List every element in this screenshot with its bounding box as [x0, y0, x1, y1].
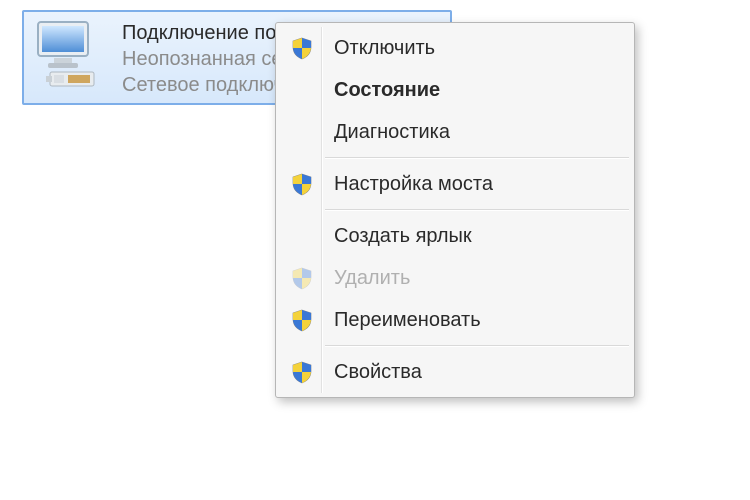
menu-item-label: Отключить: [320, 37, 435, 60]
menu-item: Удалить: [279, 257, 631, 299]
network-adapter-icon: [32, 18, 122, 97]
menu-separator: [325, 157, 629, 159]
menu-item[interactable]: Состояние: [279, 69, 631, 111]
uac-shield-icon: [284, 166, 320, 202]
blank-icon: [284, 72, 320, 108]
menu-item-label: Удалить: [320, 267, 410, 290]
menu-item[interactable]: Отключить: [279, 27, 631, 69]
screenshot-root: Подключение по локальной сети Неопознанн…: [0, 0, 750, 500]
menu-item[interactable]: Диагностика: [279, 111, 631, 153]
menu-item[interactable]: Настройка моста: [279, 163, 631, 205]
menu-item-label: Состояние: [320, 79, 440, 102]
menu-gutter: [321, 27, 323, 393]
uac-shield-icon: [284, 302, 320, 338]
uac-shield-icon: [284, 30, 320, 66]
menu-item-label: Создать ярлык: [320, 225, 472, 248]
uac-shield-icon: [284, 260, 320, 296]
menu-separator: [325, 209, 629, 211]
menu-item-label: Свойства: [320, 361, 422, 384]
blank-icon: [284, 114, 320, 150]
menu-item-label: Переименовать: [320, 309, 481, 332]
menu-separator: [325, 345, 629, 347]
menu-item-label: Настройка моста: [320, 173, 493, 196]
context-menu: Отключить Состояние Диагностика Настройка м…: [275, 22, 635, 398]
menu-item[interactable]: Создать ярлык: [279, 215, 631, 257]
menu-item[interactable]: Свойства: [279, 351, 631, 393]
blank-icon: [284, 218, 320, 254]
menu-item[interactable]: Переименовать: [279, 299, 631, 341]
menu-item-label: Диагностика: [320, 121, 450, 144]
uac-shield-icon: [284, 354, 320, 390]
